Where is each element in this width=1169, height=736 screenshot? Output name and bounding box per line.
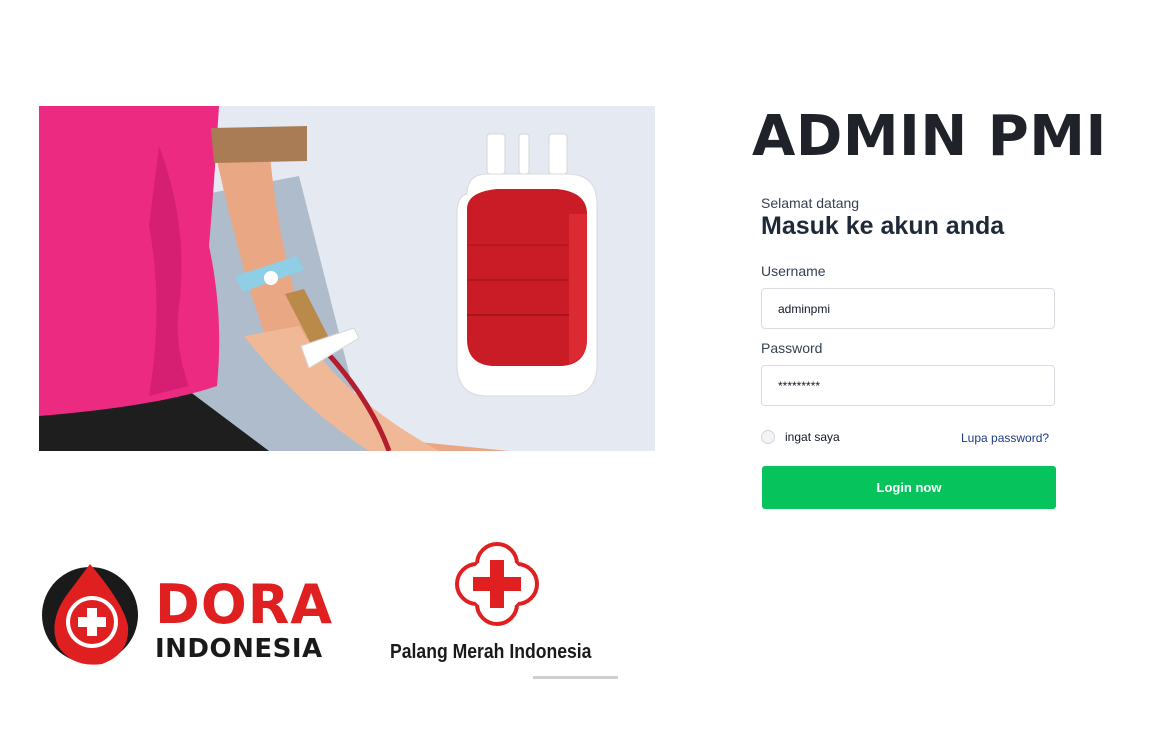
pmi-name-text: Palang Merah Indonesia [390, 641, 592, 663]
divider [533, 676, 618, 679]
hero-illustration [39, 106, 655, 451]
remember-me[interactable]: ingat saya [761, 430, 840, 444]
password-input[interactable] [761, 365, 1055, 406]
form-heading: Masuk ke akun anda [761, 212, 1005, 240]
login-button[interactable]: Login now [762, 466, 1056, 509]
remember-label: ingat saya [785, 430, 840, 444]
blood-drop-cross-icon [42, 564, 138, 665]
welcome-text: Selamat datang [761, 195, 860, 211]
page-title: ADMIN PMI [752, 104, 1107, 169]
red-cross-flower-icon [455, 542, 539, 626]
username-label: Username [761, 263, 826, 279]
password-label: Password [761, 340, 823, 356]
username-input[interactable] [761, 288, 1055, 329]
remember-checkbox[interactable] [761, 430, 775, 444]
dora-primary-text: DORA [155, 573, 334, 636]
forgot-password-link[interactable]: Lupa password? [961, 431, 1049, 445]
dora-secondary-text: INDONESIA [155, 634, 323, 664]
dora-wordmark: DORA INDONESIA [155, 573, 334, 665]
